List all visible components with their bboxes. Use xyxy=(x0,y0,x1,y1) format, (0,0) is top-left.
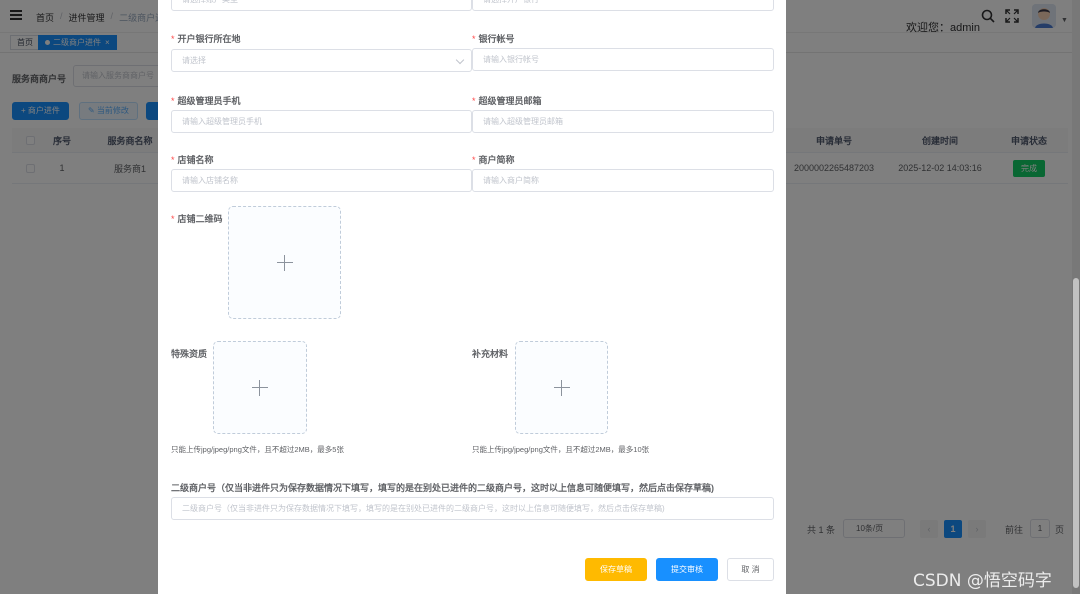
bank-region-label-text: 开户银行所在地 xyxy=(177,34,241,44)
special-qual-label: 特殊资质 xyxy=(171,349,208,359)
chevron-down-icon xyxy=(455,55,465,65)
bank-region-placeholder: 请选择 xyxy=(182,56,206,65)
store-name-label-text: 店铺名称 xyxy=(177,155,214,165)
admin-phone-input[interactable]: 请输入超级管理员手机 xyxy=(171,110,472,133)
merchant-short-input[interactable]: 请输入商户简称 xyxy=(472,169,774,192)
bank-account-label: * 银行帐号 xyxy=(472,34,515,44)
admin-email-label-text: 超级管理员邮箱 xyxy=(478,96,542,106)
scrollbar-thumb[interactable] xyxy=(1073,278,1079,588)
merchant-short-label: * 商户简称 xyxy=(472,155,515,165)
bank-account-input[interactable]: 请输入银行帐号 xyxy=(472,48,774,71)
admin-phone-label: * 超级管理员手机 xyxy=(171,96,241,106)
bank-account-label-text: 银行帐号 xyxy=(478,34,515,44)
cancel-button[interactable]: 取 消 xyxy=(727,558,774,581)
store-qrcode-label-text: 店铺二维码 xyxy=(177,214,223,224)
submit-review-button[interactable]: 提交审核 xyxy=(656,558,718,581)
special-qual-upload[interactable] xyxy=(213,341,307,434)
special-qual-hint: 只能上传jpg/jpeg/png文件，且不超过2MB，最多5张 xyxy=(171,445,344,454)
store-qrcode-label: * 店铺二维码 xyxy=(171,214,223,224)
bank-select[interactable]: 请选择开户银行 xyxy=(472,0,774,11)
sub-merchant-no-label: 二级商户号（仅当非进件只为保存数据情况下填写，填写的是在别处已进件的二级商户号，… xyxy=(171,483,715,493)
bank-region-label: * 开户银行所在地 xyxy=(171,34,241,44)
extra-material-upload[interactable] xyxy=(515,341,608,434)
watermark: CSDN @悟空码字 xyxy=(913,571,1052,591)
admin-phone-label-text: 超级管理员手机 xyxy=(177,96,241,106)
account-type-select[interactable]: 请选择账户类型 xyxy=(171,0,472,11)
save-draft-button[interactable]: 保存草稿 xyxy=(585,558,647,581)
plus-icon xyxy=(276,254,293,271)
plus-icon xyxy=(252,379,268,396)
sub-merchant-no-input[interactable]: 二级商户号（仅当非进件只为保存数据情况下填写，填写的是在别处已进件的二级商户号，… xyxy=(171,497,774,520)
admin-email-input[interactable]: 请输入超级管理员邮箱 xyxy=(472,110,774,133)
store-name-label: * 店铺名称 xyxy=(171,155,214,165)
merchant-short-label-text: 商户简称 xyxy=(478,155,515,165)
admin-email-label: * 超级管理员邮箱 xyxy=(472,96,542,106)
store-qrcode-upload[interactable] xyxy=(228,206,341,319)
extra-material-label: 补充材料 xyxy=(472,349,509,359)
bank-region-select[interactable]: 请选择 xyxy=(171,49,472,72)
sub-merchant-dialog: 请选择账户类型 请选择开户银行 *开户银行所在地 请选择 *银行帐号 请输入银行… xyxy=(158,0,786,594)
extra-material-hint: 只能上传jpg/jpeg/png文件，且不超过2MB，最多10张 xyxy=(472,445,650,454)
plus-icon xyxy=(553,379,570,396)
store-name-input[interactable]: 请输入店铺名称 xyxy=(171,169,472,192)
